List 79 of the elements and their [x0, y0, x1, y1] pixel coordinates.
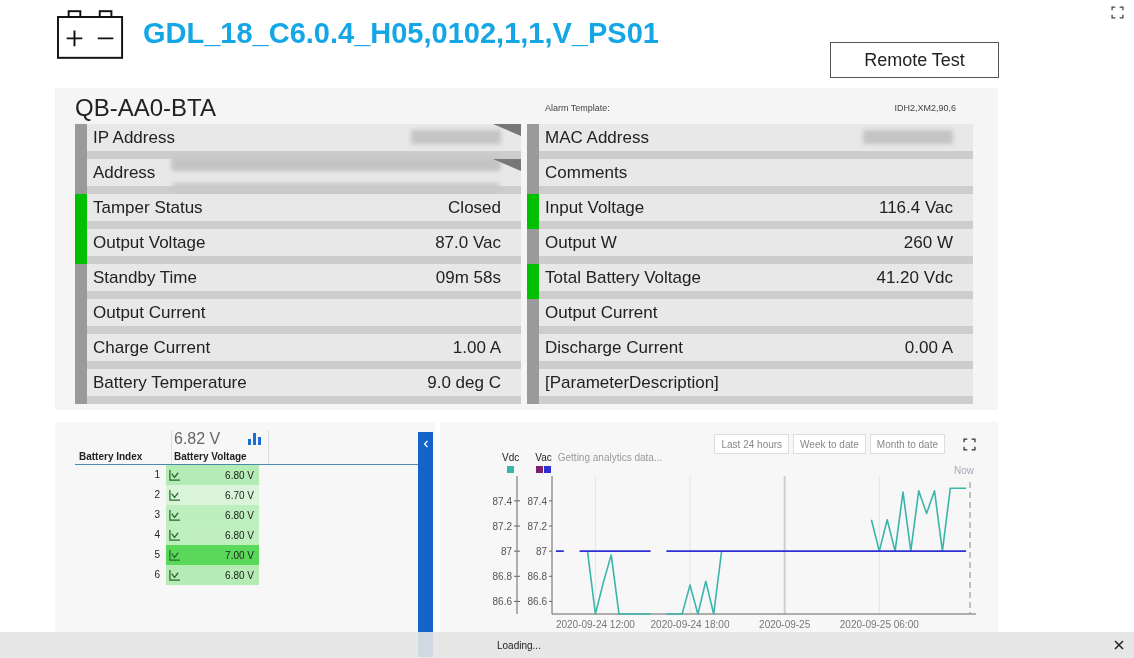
device-name: QB-AA0-BTA — [75, 94, 217, 122]
fullscreen-icon[interactable] — [1111, 6, 1124, 19]
axis-tick-label: 86.6 — [492, 596, 512, 608]
status-text: Loading... — [497, 639, 541, 651]
voltage-value: 6.70 V — [225, 489, 254, 501]
parameter-label: IP Address — [93, 127, 175, 148]
battery-index: 1 — [153, 468, 161, 482]
parameter-label: Standby Time — [93, 267, 197, 288]
axis-tick-label: 86.6 — [527, 596, 547, 608]
loading-message: Getting analytics data... — [557, 452, 663, 463]
parameter-value: 1.00 A — [452, 337, 501, 358]
parameter-value: 09m 58s — [435, 267, 501, 288]
battery-index: 3 — [153, 508, 161, 522]
parameter-label: Output Current — [93, 302, 206, 323]
axis-tick-label: 87 — [500, 546, 512, 558]
now-label: Now — [954, 465, 974, 476]
parameter-label: [ParameterDescription] — [545, 372, 719, 393]
range-button[interactable]: Week to date — [793, 434, 866, 454]
battery-index: 4 — [153, 528, 161, 542]
trend-chart-icon[interactable] — [169, 469, 180, 481]
range-button[interactable]: Last 24 hours — [714, 434, 790, 454]
column-header: Battery Voltage — [174, 450, 248, 464]
parameter-label: Output W — [545, 232, 617, 253]
axis-tick-label: 86.8 — [492, 571, 512, 583]
battery-index: 2 — [153, 488, 161, 502]
column-header: Battery Index — [78, 451, 144, 464]
trend-chart-icon[interactable] — [169, 529, 180, 541]
voltage-value: 6.80 V — [225, 529, 254, 541]
voltage-value: 6.80 V — [225, 509, 254, 521]
trend-chart-icon[interactable] — [169, 489, 180, 501]
legend-label: Vac — [535, 452, 552, 463]
parameter-label: Total Battery Voltage — [545, 267, 701, 288]
trend-chart-icon[interactable] — [169, 509, 180, 521]
axis-tick-label: 2020-09-25 06:00 — [839, 619, 919, 630]
axis-tick-label: 87.4 — [492, 495, 512, 507]
remote-test-button[interactable]: Remote Test — [830, 42, 999, 78]
axis-tick-label: 2020-09-24 18:00 — [650, 619, 730, 630]
range-button[interactable]: Month to date — [869, 434, 945, 454]
axis-tick-label: 87.2 — [527, 521, 547, 532]
parameter-label: Battery Temperature — [93, 372, 247, 393]
axis-tick-label: 86.8 — [527, 571, 547, 583]
battery-index: 6 — [153, 568, 161, 582]
parameter-value: 41.20 Vdc — [876, 267, 953, 288]
battery-icon — [57, 8, 125, 60]
voltage-value: 6.80 V — [225, 569, 254, 581]
alarm-template-label: Alarm Template: — [545, 103, 610, 113]
parameter-label: Discharge Current — [545, 337, 683, 358]
parameter-label: Charge Current — [93, 337, 211, 358]
parameter-value: 9.0 deg C — [427, 372, 501, 393]
chevron-left-icon — [422, 440, 429, 448]
axis-tick-label: 2020-09-24 12:00 — [555, 619, 635, 630]
average-voltage: 6.82 V — [174, 430, 221, 448]
parameter-label: Address — [93, 162, 156, 183]
trend-chart-icon[interactable] — [169, 569, 180, 581]
parameter-label: MAC Address — [545, 127, 649, 148]
device-title: GDL_18_C6.0.4_H05,0102,1,1,V_PS01 — [143, 16, 659, 50]
axis-tick-label: 87.4 — [527, 495, 547, 507]
parameter-label: Input Voltage — [545, 197, 645, 218]
parameter-label: Comments — [545, 162, 628, 183]
trend-chart-icon[interactable] — [169, 549, 180, 561]
bar-chart-icon[interactable] — [248, 433, 262, 445]
axis-tick-label: 2020-09-25 — [759, 619, 811, 630]
parameter-value: 87.0 Vac — [435, 232, 501, 253]
parameter-label: Output Voltage — [93, 232, 206, 253]
voltage-value: 6.80 V — [225, 469, 254, 481]
axis-tick-label: 87 — [535, 546, 547, 558]
voltage-value: 7.00 V — [225, 549, 254, 561]
parameter-label: Output Current — [545, 302, 658, 323]
parameter-value: 0.00 A — [904, 337, 953, 358]
legend-label: Vdc — [502, 452, 520, 463]
axis-tick-label: 87.2 — [492, 521, 512, 532]
fullscreen-icon[interactable] — [963, 437, 976, 451]
alarm-template-value: IDH2,XM2,90,6 — [894, 103, 956, 113]
close-icon[interactable] — [1114, 640, 1124, 650]
parameter-label: Tamper Status — [93, 197, 203, 218]
parameter-value: 116.4 Vac — [878, 197, 953, 218]
battery-index: 5 — [153, 548, 161, 562]
parameter-value: Closed — [448, 197, 501, 218]
parameter-value: 260 W — [903, 232, 953, 253]
